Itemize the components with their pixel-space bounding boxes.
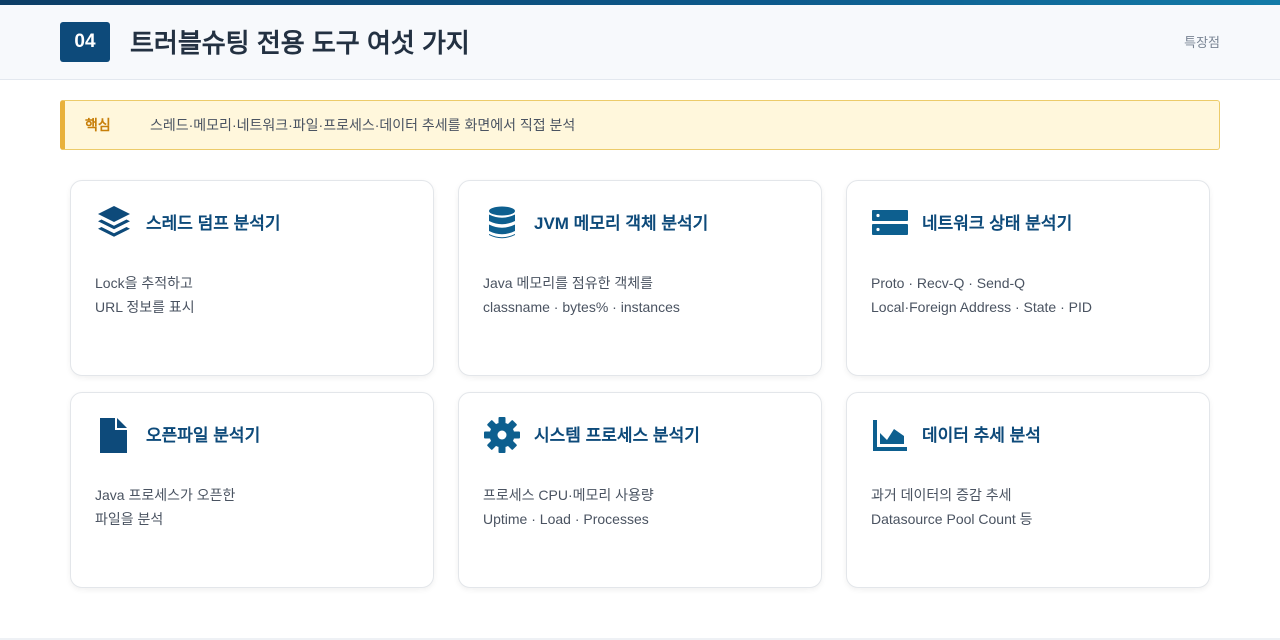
section-label: 특장점 — [1184, 35, 1220, 50]
card-title: 데이터 추세 분석 — [922, 426, 1041, 445]
section-number-badge: 04 — [60, 22, 110, 62]
database-icon — [483, 204, 521, 242]
card-open-file: 오픈파일 분석기 Java 프로세스가 오픈한 파일을 분석 — [70, 392, 434, 588]
card-desc-line: classname · bytes% · instances — [483, 299, 680, 315]
card-desc-line: 프로세스 CPU·메모리 사용량 — [483, 487, 654, 503]
server-icon — [871, 204, 909, 242]
callout-text: 스레드·메모리·네트워크·파일·프로세스·데이터 추세를 화면에서 직접 분석 — [150, 117, 576, 133]
card-jvm-memory: JVM 메모리 객체 분석기 Java 메모리를 점유한 객체를 classna… — [458, 180, 822, 376]
callout-key: 핵심 — [85, 117, 111, 133]
card-desc-line: Datasource Pool Count 등 — [871, 511, 1033, 527]
area-chart-icon — [871, 416, 909, 454]
card-desc-line: 과거 데이터의 증감 추세 — [871, 487, 1012, 503]
card-title: JVM 메모리 객체 분석기 — [534, 214, 709, 233]
card-network-status: 네트워크 상태 분석기 Proto · Recv-Q · Send-Q Loca… — [846, 180, 1210, 376]
page-title: 트러블슈팅 전용 도구 여섯 가지 — [130, 28, 470, 58]
gear-icon — [483, 416, 521, 454]
card-desc-line: Lock을 추적하고 — [95, 275, 193, 291]
card-desc-line: Uptime · Load · Processes — [483, 511, 649, 527]
card-title: 네트워크 상태 분석기 — [922, 214, 1073, 233]
card-thread-dump: 스레드 덤프 분석기 Lock을 추적하고 URL 정보를 표시 — [70, 180, 434, 376]
layers-icon — [95, 204, 133, 242]
header: 04 트러블슈팅 전용 도구 여섯 가지 특장점 — [0, 5, 1280, 80]
card-title: 오픈파일 분석기 — [146, 426, 261, 445]
card-desc-line: 파일을 분석 — [95, 511, 164, 527]
card-desc-line: Java 메모리를 점유한 객체를 — [483, 275, 654, 291]
card-data-trend: 데이터 추세 분석 과거 데이터의 증감 추세 Datasource Pool … — [846, 392, 1210, 588]
key-point-callout: 핵심 스레드·메모리·네트워크·파일·프로세스·데이터 추세를 화면에서 직접 … — [60, 100, 1220, 150]
card-title: 스레드 덤프 분석기 — [146, 214, 281, 233]
card-desc-line: Local·Foreign Address · State · PID — [871, 299, 1092, 315]
card-system-process: 시스템 프로세스 분석기 프로세스 CPU·메모리 사용량 Uptime · L… — [458, 392, 822, 588]
card-desc-line: Proto · Recv-Q · Send-Q — [871, 275, 1026, 291]
card-desc-line: URL 정보를 표시 — [95, 299, 195, 315]
file-icon — [95, 416, 133, 454]
card-desc-line: Java 프로세스가 오픈한 — [95, 487, 236, 503]
card-title: 시스템 프로세스 분석기 — [534, 426, 700, 445]
